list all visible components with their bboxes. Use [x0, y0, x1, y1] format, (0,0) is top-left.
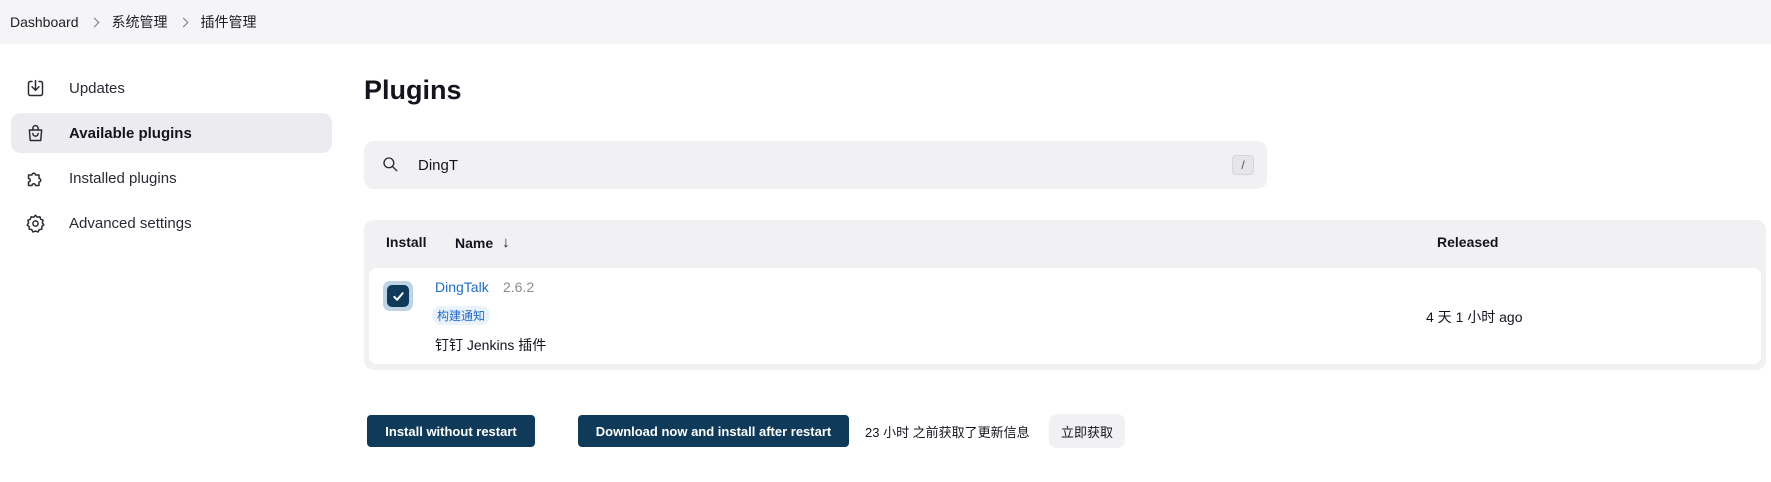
- search-input[interactable]: [418, 156, 1198, 174]
- column-header-install: Install: [386, 234, 427, 250]
- sidebar-item-advanced-settings[interactable]: Advanced settings: [11, 203, 332, 243]
- fetch-now-button[interactable]: 立即获取: [1049, 414, 1125, 448]
- column-header-name-label: Name: [455, 234, 494, 251]
- plugin-category-tag[interactable]: 构建通知: [432, 306, 491, 325]
- sidebar-item-label: Updates: [69, 79, 125, 97]
- plugin-released-time: 4 天 1 小时 ago: [1426, 309, 1523, 325]
- plugin-name-link[interactable]: DingTalk: [435, 279, 489, 295]
- breadcrumb: Dashboard 系统管理 插件管理: [0, 0, 1771, 44]
- install-checkbox[interactable]: [383, 281, 413, 311]
- update-info-text: 23 小时 之前获取了更新信息: [865, 425, 1030, 440]
- sidebar-item-available-plugins[interactable]: Available plugins: [11, 113, 332, 153]
- sidebar-item-updates[interactable]: Updates: [11, 68, 332, 108]
- install-without-restart-button[interactable]: Install without restart: [367, 415, 535, 447]
- plugins-table: Install Name ↓ Released DingTalk 2.6.2 构…: [364, 220, 1766, 370]
- table-row: DingTalk 2.6.2 构建通知 钉钉 Jenkins 插件 4 天 1 …: [369, 268, 1761, 364]
- keyboard-shortcut-hint: /: [1232, 155, 1254, 175]
- breadcrumb-plugin-management[interactable]: 插件管理: [201, 12, 257, 32]
- plugin-description: 钉钉 Jenkins 插件: [435, 337, 547, 353]
- column-header-released: Released: [1437, 234, 1499, 250]
- sidebar-item-installed-plugins[interactable]: Installed plugins: [11, 158, 332, 198]
- column-header-name[interactable]: Name ↓: [455, 234, 510, 251]
- chevron-right-icon: [89, 17, 99, 27]
- puzzle-icon: [24, 167, 46, 189]
- checkmark-icon: [387, 285, 409, 307]
- sidebar: Updates Available plugins Installed plug…: [11, 68, 332, 248]
- download-and-install-button[interactable]: Download now and install after restart: [578, 415, 849, 447]
- chevron-right-icon: [178, 17, 188, 27]
- search-bar: /: [364, 141, 1267, 189]
- page-title: Plugins: [364, 75, 462, 105]
- plugin-version: 2.6.2: [503, 279, 535, 295]
- sidebar-item-label: Installed plugins: [69, 169, 177, 187]
- search-icon: [381, 155, 401, 175]
- shopping-bag-icon: [24, 122, 46, 144]
- breadcrumb-dashboard[interactable]: Dashboard: [10, 14, 79, 30]
- download-icon: [24, 77, 46, 99]
- sort-descending-icon: ↓: [502, 234, 510, 251]
- sidebar-item-label: Available plugins: [69, 124, 192, 142]
- gear-icon: [24, 212, 46, 234]
- breadcrumb-system-management[interactable]: 系统管理: [112, 12, 168, 32]
- sidebar-item-label: Advanced settings: [69, 214, 192, 232]
